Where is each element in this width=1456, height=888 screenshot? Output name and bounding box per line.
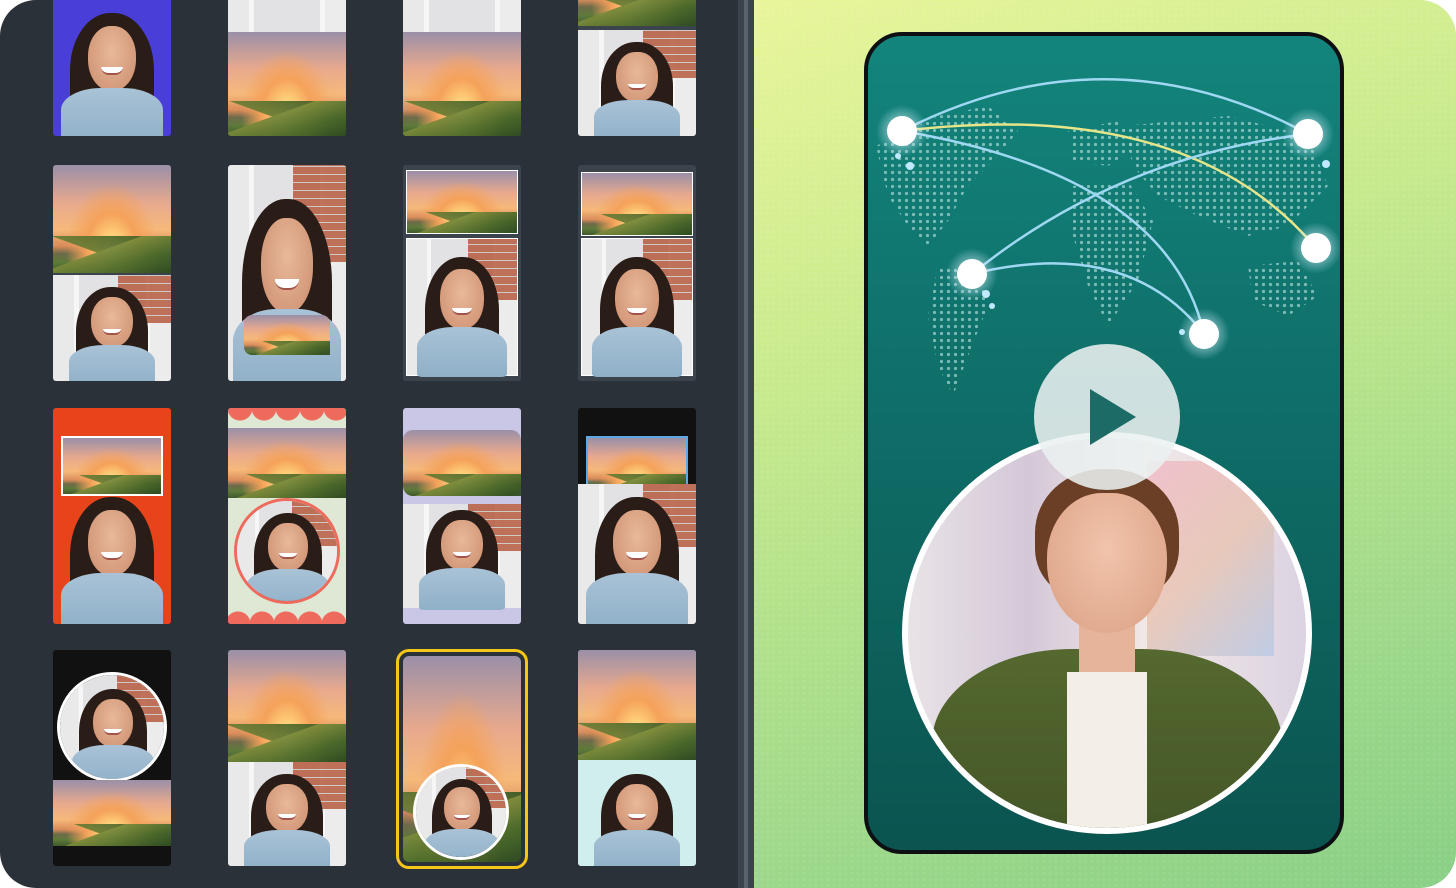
layout-tile-8[interactable] [578, 165, 696, 381]
play-icon [1090, 389, 1136, 445]
map-node [957, 259, 987, 289]
person-thumbnail [588, 255, 686, 378]
panel-divider[interactable] [738, 0, 754, 888]
layout-tile-9[interactable] [53, 408, 171, 624]
app-frame [0, 0, 1456, 888]
scallop-border-top [228, 408, 346, 428]
person-thumbnail [413, 255, 511, 378]
sunset-image [228, 32, 346, 136]
layout-tile-15[interactable] [396, 649, 528, 869]
person-thumbnail [57, 10, 167, 136]
scallop-border-bottom [228, 604, 346, 624]
sunset-image [403, 32, 521, 136]
person-thumbnail [415, 508, 509, 610]
sunset-image [53, 165, 171, 273]
layout-gallery [0, 0, 738, 888]
layout-tile-4[interactable] [578, 0, 696, 136]
layout-tile-6[interactable] [228, 165, 346, 381]
person-circle-frame [57, 672, 167, 782]
layout-tile-5[interactable] [53, 165, 171, 381]
layout-tile-3[interactable] [403, 0, 521, 136]
room-background [228, 0, 346, 32]
map-node [887, 116, 917, 146]
layout-tile-11[interactable] [403, 408, 521, 624]
sunset-image [406, 170, 518, 234]
layout-tile-2[interactable] [228, 0, 346, 136]
room-background [403, 0, 521, 32]
preview-panel [754, 0, 1456, 888]
video-preview-frame [864, 32, 1344, 854]
person-thumbnail [240, 772, 334, 866]
layout-tile-10[interactable] [228, 408, 346, 624]
sunset-image [228, 428, 346, 498]
person-circle-frame [413, 764, 509, 860]
speaker-video-circle [902, 432, 1312, 834]
map-node [1293, 119, 1323, 149]
sunset-image [53, 780, 171, 846]
sunset-image [581, 172, 693, 236]
sunset-image [578, 650, 696, 760]
sunset-image [228, 650, 346, 762]
sunset-image [61, 436, 163, 496]
layout-tile-12[interactable] [578, 408, 696, 624]
continent-africa [1073, 181, 1153, 326]
person-thumbnail [590, 772, 684, 866]
sunset-image [578, 0, 696, 26]
person-thumbnail [57, 494, 167, 624]
map-node [1189, 319, 1219, 349]
layout-tile-14[interactable] [228, 650, 346, 866]
layout-tile-16[interactable] [578, 650, 696, 866]
layout-tile-1[interactable] [53, 0, 171, 136]
layout-tile-13[interactable] [53, 650, 171, 866]
layout-tile-7[interactable] [403, 165, 521, 381]
person-circle-frame [234, 498, 340, 604]
map-node [1301, 233, 1331, 263]
sunset-image [403, 430, 521, 496]
play-button[interactable] [1034, 344, 1180, 490]
sunset-image [244, 315, 330, 355]
